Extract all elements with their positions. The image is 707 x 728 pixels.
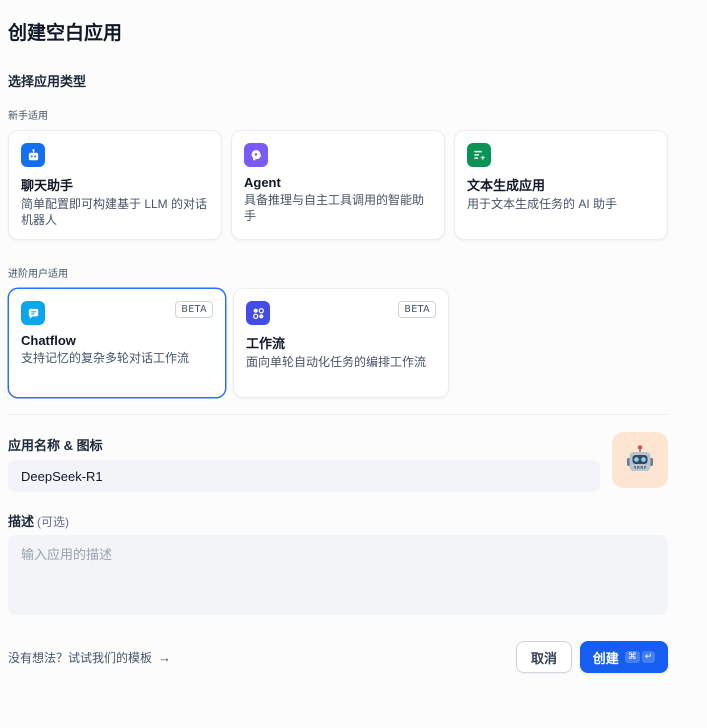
card-description: 支持记忆的复杂多轮对话工作流 bbox=[21, 351, 190, 365]
group-label-advanced: 进阶用户适用 bbox=[8, 269, 68, 280]
card-title: Chatflow bbox=[21, 333, 76, 348]
chatflow-icon bbox=[21, 301, 45, 325]
app-name-label: 应用名称 & 图标 bbox=[8, 438, 103, 453]
try-templates-link[interactable]: 没有想法？试试我们的模板 → bbox=[8, 649, 171, 666]
cancel-button[interactable]: 取消 bbox=[516, 641, 572, 673]
robot-icon bbox=[627, 445, 653, 471]
description-label: 描述 (可选) bbox=[8, 511, 69, 530]
app-icon-picker[interactable] bbox=[612, 432, 668, 488]
group-label-beginner: 新手适用 bbox=[8, 111, 48, 122]
page-title: 创建空白应用 bbox=[8, 23, 123, 44]
app-type-card-chatflow[interactable]: BETA Chatflow 支持记忆的复杂多轮对话工作流 bbox=[8, 288, 226, 398]
text-generation-icon bbox=[467, 143, 491, 167]
card-description: 用于文本生成任务的 AI 助手 bbox=[467, 197, 618, 211]
card-title: Agent bbox=[244, 175, 281, 190]
workflow-icon bbox=[246, 301, 270, 325]
create-button[interactable]: 创建 ⌘ ↵ bbox=[580, 641, 668, 673]
card-description: 面向单轮自动化任务的编排工作流 bbox=[246, 355, 427, 369]
card-title: 工作流 bbox=[246, 336, 286, 351]
app-type-card-agent[interactable]: Agent 具备推理与自主工具调用的智能助手 bbox=[231, 130, 445, 240]
enter-key-icon: ↵ bbox=[641, 651, 656, 663]
beta-badge: BETA bbox=[175, 301, 213, 318]
card-description: 简单配置即可构建基于 LLM 的对话机器人 bbox=[21, 197, 208, 227]
arrow-right-icon: → bbox=[158, 650, 172, 665]
keyboard-shortcut: ⌘ ↵ bbox=[624, 651, 656, 663]
agent-icon bbox=[244, 143, 268, 167]
card-title: 聊天助手 bbox=[21, 178, 74, 193]
create-button-label: 创建 bbox=[592, 650, 619, 666]
card-title: 文本生成应用 bbox=[467, 178, 546, 193]
optional-hint: (可选) bbox=[37, 515, 70, 529]
app-name-input[interactable] bbox=[8, 460, 600, 492]
section-divider bbox=[8, 414, 668, 415]
app-type-card-chatbot[interactable]: 聊天助手 简单配置即可构建基于 LLM 的对话机器人 bbox=[8, 130, 222, 240]
chat-bot-icon bbox=[21, 143, 45, 167]
app-type-card-workflow[interactable]: BETA 工作流 面向单轮自动化任务的编排工作流 bbox=[233, 288, 449, 398]
card-description: 具备推理与自主工具调用的智能助手 bbox=[244, 193, 425, 223]
command-key-icon: ⌘ bbox=[624, 651, 640, 663]
try-templates-text: 没有想法？试试我们的模板 bbox=[8, 651, 153, 665]
section-title-app-type: 选择应用类型 bbox=[8, 74, 87, 89]
beta-badge: BETA bbox=[398, 301, 436, 318]
description-label-text: 描述 bbox=[8, 514, 35, 529]
description-textarea[interactable] bbox=[8, 535, 668, 615]
app-type-card-text-generation[interactable]: 文本生成应用 用于文本生成任务的 AI 助手 bbox=[454, 130, 668, 240]
